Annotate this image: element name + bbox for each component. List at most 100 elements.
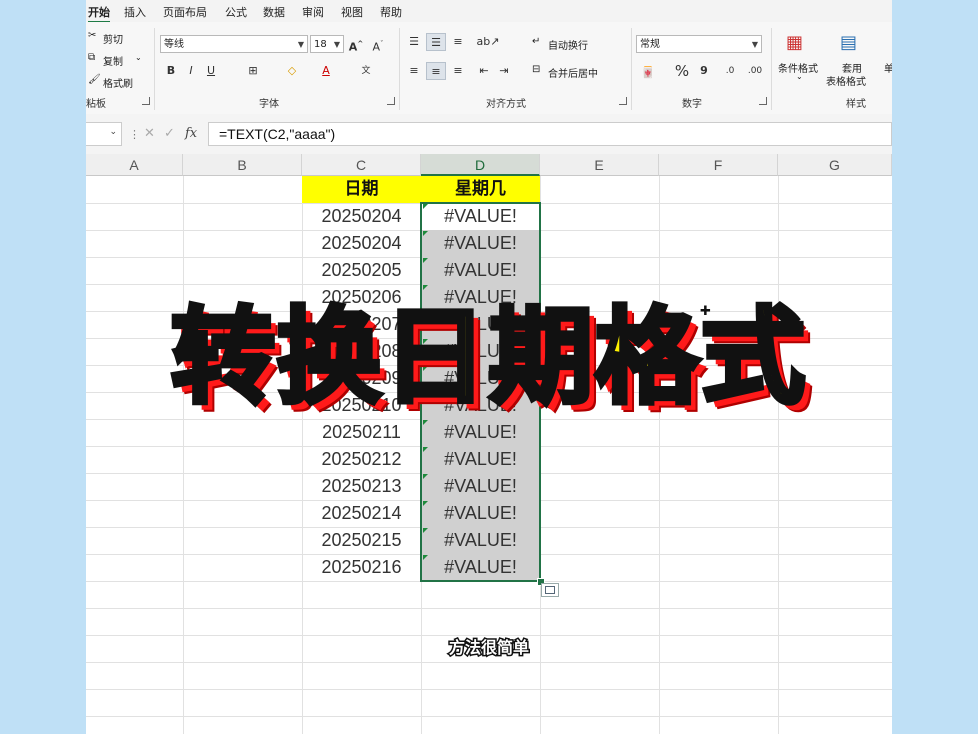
- column-header-f[interactable]: F: [659, 154, 778, 176]
- merge-icon: ⊟: [532, 64, 541, 75]
- ribbon: ✂ 剪切 ⧉ 复制 ⌄ 🖌 格式刷 粘板 等线 ▼ 18 ▼ A^ Aˇ B I U…: [86, 22, 892, 115]
- date-cell[interactable]: 20250213: [302, 473, 421, 500]
- shrink-font-button[interactable]: Aˇ: [370, 35, 386, 54]
- dialog-launcher-icon[interactable]: [142, 97, 150, 105]
- header-cell-weekday[interactable]: 星期几: [421, 176, 540, 203]
- format-painter-button[interactable]: 格式刷: [103, 75, 133, 90]
- date-cell[interactable]: 20250205: [302, 257, 421, 284]
- dialog-launcher-icon[interactable]: [619, 97, 627, 105]
- chevron-down-icon: ▼: [297, 40, 304, 49]
- bold-button[interactable]: B: [164, 62, 178, 80]
- group-label-alignment: 对齐方式: [486, 99, 526, 110]
- date-cell[interactable]: 20250211: [302, 419, 421, 446]
- name-box[interactable]: ⌄: [86, 122, 122, 146]
- merge-center-button[interactable]: 合并后居中: [548, 65, 598, 80]
- weekday-cell[interactable]: #VALUE!: [421, 203, 540, 230]
- weekday-cell[interactable]: #VALUE!: [421, 554, 540, 581]
- error-indicator-icon: [423, 447, 428, 452]
- date-cell[interactable]: 20250214: [302, 500, 421, 527]
- formula-input[interactable]: =TEXT(C2,"aaaa"): [208, 122, 892, 146]
- orientation-icon[interactable]: ab↗: [476, 33, 500, 51]
- wrap-icon: ↵: [532, 36, 541, 47]
- paste-options-glyph: [545, 586, 555, 594]
- column-header-a[interactable]: A: [86, 154, 183, 176]
- chevron-down-icon: ⌄: [796, 72, 803, 81]
- font-size-select[interactable]: 18 ▼: [310, 35, 344, 53]
- grow-font-button[interactable]: A^: [348, 35, 364, 54]
- cut-button[interactable]: 剪切: [103, 31, 123, 46]
- column-header-b[interactable]: B: [183, 154, 302, 176]
- dialog-launcher-icon[interactable]: [387, 97, 395, 105]
- column-header-c[interactable]: C: [302, 154, 421, 176]
- date-cell[interactable]: 20250215: [302, 527, 421, 554]
- percent-button[interactable]: %: [674, 62, 690, 80]
- cell-styles-partial[interactable]: 单: [884, 60, 892, 75]
- formula-bar: ⌄ ⋮ ✕ ✓ fx =TEXT(C2,"aaaa"): [86, 114, 892, 154]
- font-name-select[interactable]: 等线 ▼: [160, 35, 308, 53]
- tab-page-layout[interactable]: 页面布局: [163, 4, 207, 20]
- fill-color-icon[interactable]: ◇: [284, 62, 300, 80]
- weekday-cell[interactable]: #VALUE!: [421, 419, 540, 446]
- tab-data[interactable]: 数据: [263, 4, 285, 20]
- increase-decimal-button[interactable]: .0: [720, 62, 740, 80]
- phonetic-button[interactable]: 文: [358, 62, 374, 80]
- weekday-cell[interactable]: #VALUE!: [421, 446, 540, 473]
- insert-function-button[interactable]: fx: [185, 126, 197, 141]
- tab-home[interactable]: 开始: [88, 4, 110, 23]
- comma-button[interactable]: 9: [698, 62, 710, 80]
- date-cell[interactable]: 20250204: [302, 203, 421, 230]
- decrease-decimal-button[interactable]: .00: [744, 62, 766, 80]
- enter-icon[interactable]: ✓: [164, 126, 175, 141]
- font-color-button[interactable]: A: [318, 62, 334, 80]
- tab-formulas[interactable]: 公式: [225, 4, 247, 20]
- align-right-icon[interactable]: ≡: [450, 62, 466, 80]
- increase-indent-icon[interactable]: ⇥: [496, 62, 512, 80]
- group-label-clipboard: 粘板: [86, 99, 106, 110]
- date-cell[interactable]: 20250216: [302, 554, 421, 581]
- currency-icon[interactable]: 🀄: [638, 64, 658, 82]
- decrease-indent-icon[interactable]: ⇤: [476, 62, 492, 80]
- chevron-down-icon: ▼: [751, 40, 758, 49]
- dialog-launcher-icon[interactable]: [759, 97, 767, 105]
- weekday-cell[interactable]: #VALUE!: [421, 257, 540, 284]
- date-cell[interactable]: 20250204: [302, 230, 421, 257]
- align-bottom-icon[interactable]: ≡: [450, 33, 466, 51]
- header-cell-date[interactable]: 日期: [302, 176, 421, 203]
- tab-review[interactable]: 审阅: [302, 4, 324, 20]
- date-cell[interactable]: 20250212: [302, 446, 421, 473]
- grid-line: [86, 689, 892, 690]
- table-format-line2[interactable]: 表格格式: [826, 73, 866, 88]
- paste-options-icon[interactable]: [541, 583, 559, 597]
- ribbon-tabs: 开始 插入 页面布局 公式 数据 审阅 视图 帮助: [86, 0, 892, 23]
- border-icon[interactable]: ⊞: [244, 62, 262, 80]
- error-indicator-icon: [423, 204, 428, 209]
- column-header-e[interactable]: E: [540, 154, 659, 176]
- grid-line: [86, 608, 892, 609]
- tab-help[interactable]: 帮助: [380, 4, 402, 20]
- ribbon-separator: [399, 28, 400, 110]
- more-icon[interactable]: ⋮: [129, 128, 140, 141]
- column-header-d[interactable]: D: [421, 154, 540, 176]
- underline-button[interactable]: U: [204, 62, 218, 80]
- tab-view[interactable]: 视图: [341, 4, 363, 20]
- align-middle-icon[interactable]: ☰: [426, 33, 446, 51]
- copy-button[interactable]: 复制: [103, 53, 123, 68]
- wrap-text-button[interactable]: 自动换行: [548, 37, 588, 52]
- group-label-font: 字体: [259, 99, 279, 110]
- cancel-icon[interactable]: ✕: [144, 126, 155, 141]
- column-header-g[interactable]: G: [778, 154, 892, 176]
- weekday-cell[interactable]: #VALUE!: [421, 527, 540, 554]
- italic-button[interactable]: I: [184, 62, 198, 80]
- align-center-icon[interactable]: ≡: [426, 62, 446, 80]
- chevron-down-icon: ▼: [333, 40, 340, 49]
- align-top-icon[interactable]: ☰: [406, 33, 422, 51]
- number-format-select[interactable]: 常规 ▼: [636, 35, 762, 53]
- weekday-cell[interactable]: #VALUE!: [421, 500, 540, 527]
- chevron-down-icon[interactable]: ⌄: [135, 53, 142, 62]
- weekday-cell[interactable]: #VALUE!: [421, 230, 540, 257]
- weekday-cell[interactable]: #VALUE!: [421, 473, 540, 500]
- align-left-icon[interactable]: ≡: [406, 62, 422, 80]
- error-indicator-icon: [423, 528, 428, 533]
- tab-insert[interactable]: 插入: [124, 4, 146, 20]
- conditional-format-icon: ▦: [786, 32, 804, 53]
